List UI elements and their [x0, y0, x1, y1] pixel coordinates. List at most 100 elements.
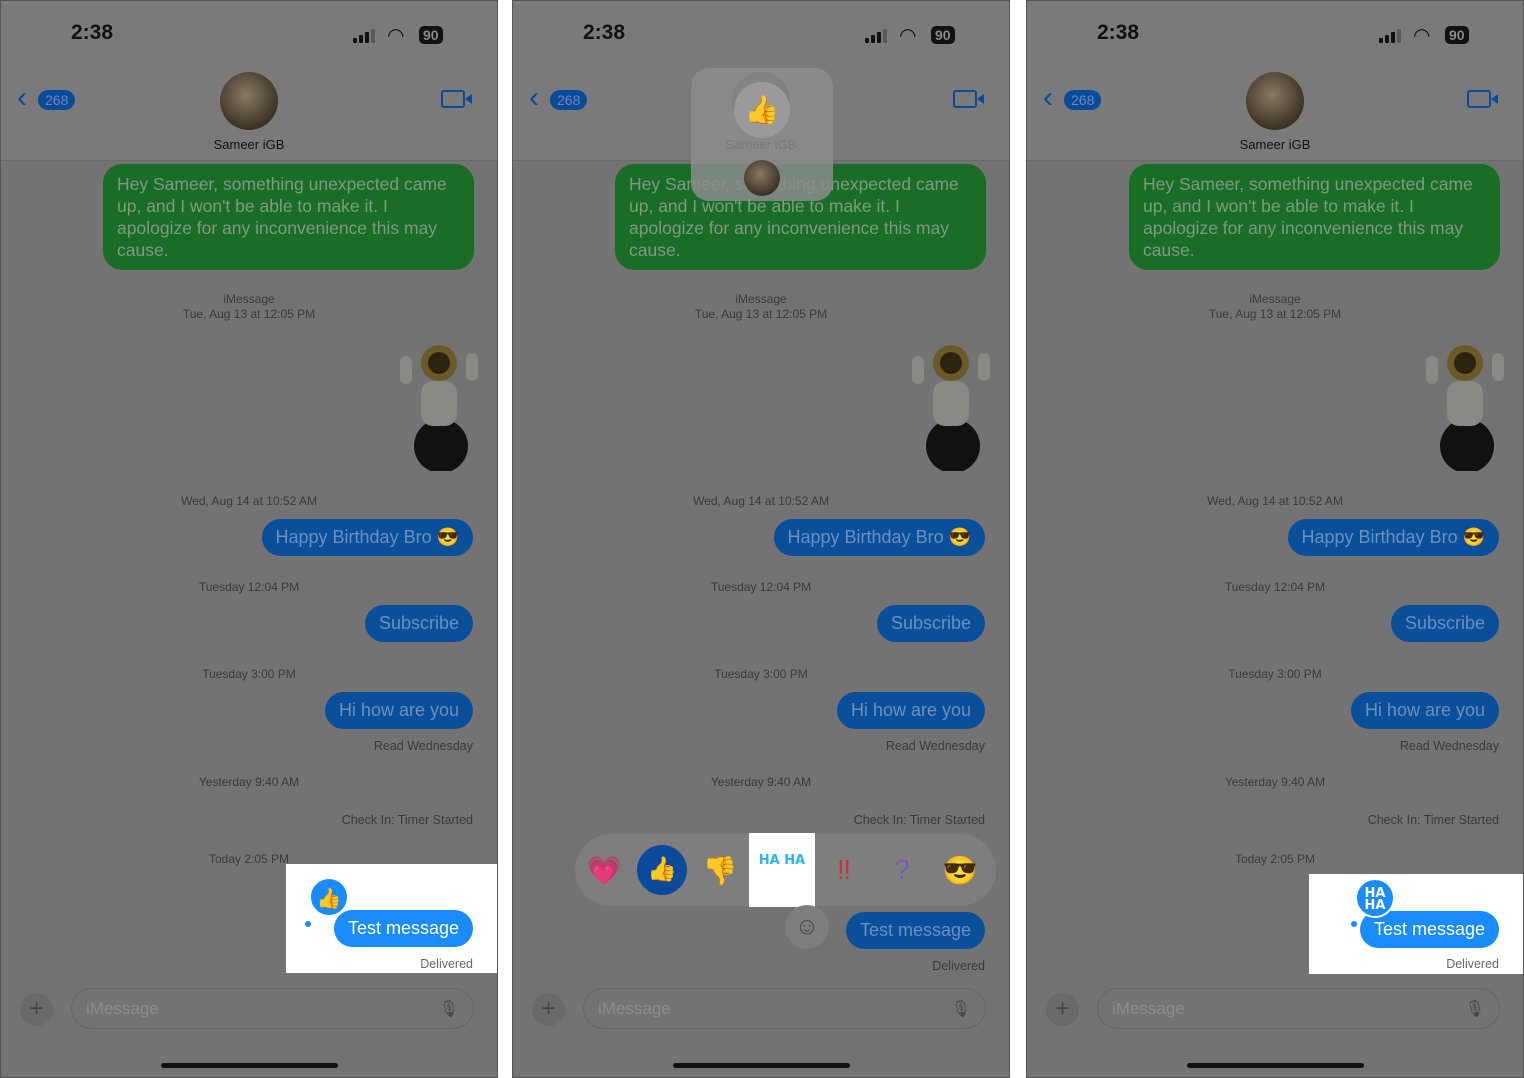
timestamp: Yesterday 9:40 AM — [198, 775, 300, 789]
battery-indicator: 90 — [419, 26, 443, 44]
signal-icon — [1379, 29, 1401, 43]
tapback-tail — [1351, 921, 1357, 927]
timestamp: Today 2:05 PM — [1234, 852, 1316, 866]
back-unread-badge[interactable]: 268 — [1064, 90, 1102, 110]
timestamp: Wed, Aug 14 at 10:52 AM — [181, 494, 317, 508]
battery-indicator: 90 — [931, 26, 955, 44]
back-chevron-icon[interactable]: ‹ — [17, 83, 27, 113]
timestamp: Wed, Aug 14 at 10:52 AM — [1207, 494, 1343, 508]
timestamp: Tue, Aug 13 at 12:05 PM — [1208, 307, 1342, 321]
battery-indicator: 90 — [1445, 26, 1469, 44]
exclamation-reaction-icon[interactable]: ‼ — [815, 854, 873, 886]
video-call-icon[interactable] — [953, 90, 984, 108]
astronaut-sticker[interactable] — [396, 341, 481, 471]
service-label: iMessage — [735, 292, 787, 306]
contact-avatar[interactable] — [220, 72, 278, 130]
delivered-status: Delivered — [420, 957, 473, 971]
delivered-status: Delivered — [932, 959, 985, 973]
phone-screenshot-2: 2:38 ◠ 90 ‹ 268 Sameer iGB Hey Sameer, s… — [512, 0, 1010, 1078]
back-chevron-icon[interactable]: ‹ — [529, 83, 539, 113]
thumbs-up-icon: 👍 — [734, 82, 790, 138]
message-input-placeholder: iMessage — [1112, 999, 1185, 1018]
message-bubble[interactable]: Hi how are you — [1350, 692, 1499, 729]
check-in-status[interactable]: Check In: Timer Started — [342, 813, 473, 827]
timestamp: Yesterday 9:40 AM — [710, 775, 812, 789]
reactor-avatar — [744, 160, 780, 196]
read-receipt: Read Wednesday — [373, 739, 473, 753]
haha-reaction-icon[interactable]: HA HA — [749, 833, 815, 907]
message-bubble[interactable]: Hi how are you — [836, 692, 985, 729]
message-input-placeholder: iMessage — [598, 999, 671, 1018]
microphone-icon[interactable]: 🎙 — [439, 999, 459, 1019]
apps-plus-button[interactable]: + — [1046, 993, 1079, 1026]
timestamp: Wed, Aug 14 at 10:52 AM — [693, 494, 829, 508]
status-time: 2:38 — [583, 21, 626, 44]
sunglasses-emoji-reaction-icon[interactable]: 😎 — [931, 854, 989, 887]
read-receipt: Read Wednesday — [1399, 739, 1499, 753]
astronaut-sticker[interactable] — [1422, 341, 1507, 471]
test-message-bubble[interactable]: Test message — [845, 912, 985, 949]
back-unread-badge[interactable]: 268 — [38, 90, 76, 110]
check-in-status[interactable]: Check In: Timer Started — [1368, 813, 1499, 827]
contact-name[interactable]: Sameer iGB — [1, 137, 497, 152]
service-label: iMessage — [1249, 292, 1301, 306]
timestamp: Tuesday 3:00 PM — [1228, 667, 1322, 681]
status-time: 2:38 — [71, 21, 114, 44]
thumbs-up-tapback-icon[interactable]: 👍 — [309, 877, 349, 917]
tapback-tail — [305, 921, 311, 927]
add-emoji-reaction-icon[interactable]: ☺ — [785, 905, 829, 949]
read-receipt: Read Wednesday — [885, 739, 985, 753]
wifi-icon: ◠ — [1413, 25, 1431, 47]
check-in-status[interactable]: Check In: Timer Started — [854, 813, 985, 827]
timestamp: Tue, Aug 13 at 12:05 PM — [182, 307, 316, 321]
delivered-status: Delivered — [1446, 957, 1499, 971]
tapback-picker: 💗 👍 👎 HA HA ‼? 😎 — [575, 833, 996, 907]
message-bubble[interactable]: Happy Birthday Bro 😎 — [1287, 519, 1499, 556]
message-bubble[interactable]: Subscribe — [876, 605, 985, 642]
timestamp: Yesterday 9:40 AM — [1224, 775, 1326, 789]
wifi-icon: ◠ — [387, 25, 405, 47]
message-bubble[interactable]: Subscribe — [364, 605, 473, 642]
question-reaction-icon[interactable]: ? — [873, 854, 931, 886]
phone-screenshot-1: 2:38 ◠ 90 ‹ 268 Sameer iGB Hey Sameer, s… — [0, 0, 498, 1078]
service-label: iMessage — [223, 292, 275, 306]
microphone-icon[interactable]: 🎙 — [951, 999, 971, 1019]
timestamp: Tuesday 3:00 PM — [714, 667, 808, 681]
message-bubble[interactable]: Hi how are you — [324, 692, 473, 729]
apps-plus-button[interactable]: + — [532, 993, 565, 1026]
home-indicator[interactable] — [1187, 1063, 1364, 1068]
video-call-icon[interactable] — [441, 90, 472, 108]
message-bubble-green[interactable]: Hey Sameer, something unexpected came up… — [1129, 164, 1500, 270]
timestamp: Tuesday 12:04 PM — [1224, 580, 1326, 594]
timestamp: Tuesday 12:04 PM — [198, 580, 300, 594]
signal-icon — [353, 29, 375, 43]
apps-plus-button[interactable]: + — [20, 993, 53, 1026]
home-indicator[interactable] — [161, 1063, 338, 1068]
contact-avatar[interactable] — [1246, 72, 1304, 130]
message-bubble-green[interactable]: Hey Sameer, something unexpected came up… — [103, 164, 474, 270]
phone-screenshot-3: 2:38 ◠ 90 ‹ 268 Sameer iGB Hey Sameer, s… — [1026, 0, 1524, 1078]
thumbs-down-reaction-icon[interactable]: 👎 — [691, 854, 749, 887]
video-call-icon[interactable] — [1467, 90, 1498, 108]
message-input[interactable]: iMessage 🎙 — [583, 988, 986, 1029]
message-bubble[interactable]: Subscribe — [1390, 605, 1499, 642]
signal-icon — [865, 29, 887, 43]
message-bubble[interactable]: Happy Birthday Bro 😎 — [261, 519, 473, 556]
heart-reaction-icon[interactable]: 💗 — [575, 854, 633, 887]
back-chevron-icon[interactable]: ‹ — [1043, 83, 1053, 113]
haha-tapback-icon[interactable]: HA HA — [1355, 878, 1395, 918]
home-indicator[interactable] — [673, 1063, 850, 1068]
thumbs-up-reaction-icon[interactable]: 👍 — [637, 845, 687, 895]
reaction-preview-card: 👍 — [691, 68, 833, 201]
test-message-bubble[interactable]: Test message — [333, 910, 473, 947]
microphone-icon[interactable]: 🎙 — [1465, 999, 1485, 1019]
status-time: 2:38 — [1097, 21, 1140, 44]
timestamp: Tuesday 12:04 PM — [710, 580, 812, 594]
astronaut-sticker[interactable] — [908, 341, 993, 471]
contact-name[interactable]: Sameer iGB — [1027, 137, 1523, 152]
message-input-placeholder: iMessage — [86, 999, 159, 1018]
message-input[interactable]: iMessage 🎙 — [1097, 988, 1500, 1029]
message-input[interactable]: iMessage 🎙 — [71, 988, 474, 1029]
back-unread-badge[interactable]: 268 — [550, 90, 588, 110]
message-bubble[interactable]: Happy Birthday Bro 😎 — [773, 519, 985, 556]
